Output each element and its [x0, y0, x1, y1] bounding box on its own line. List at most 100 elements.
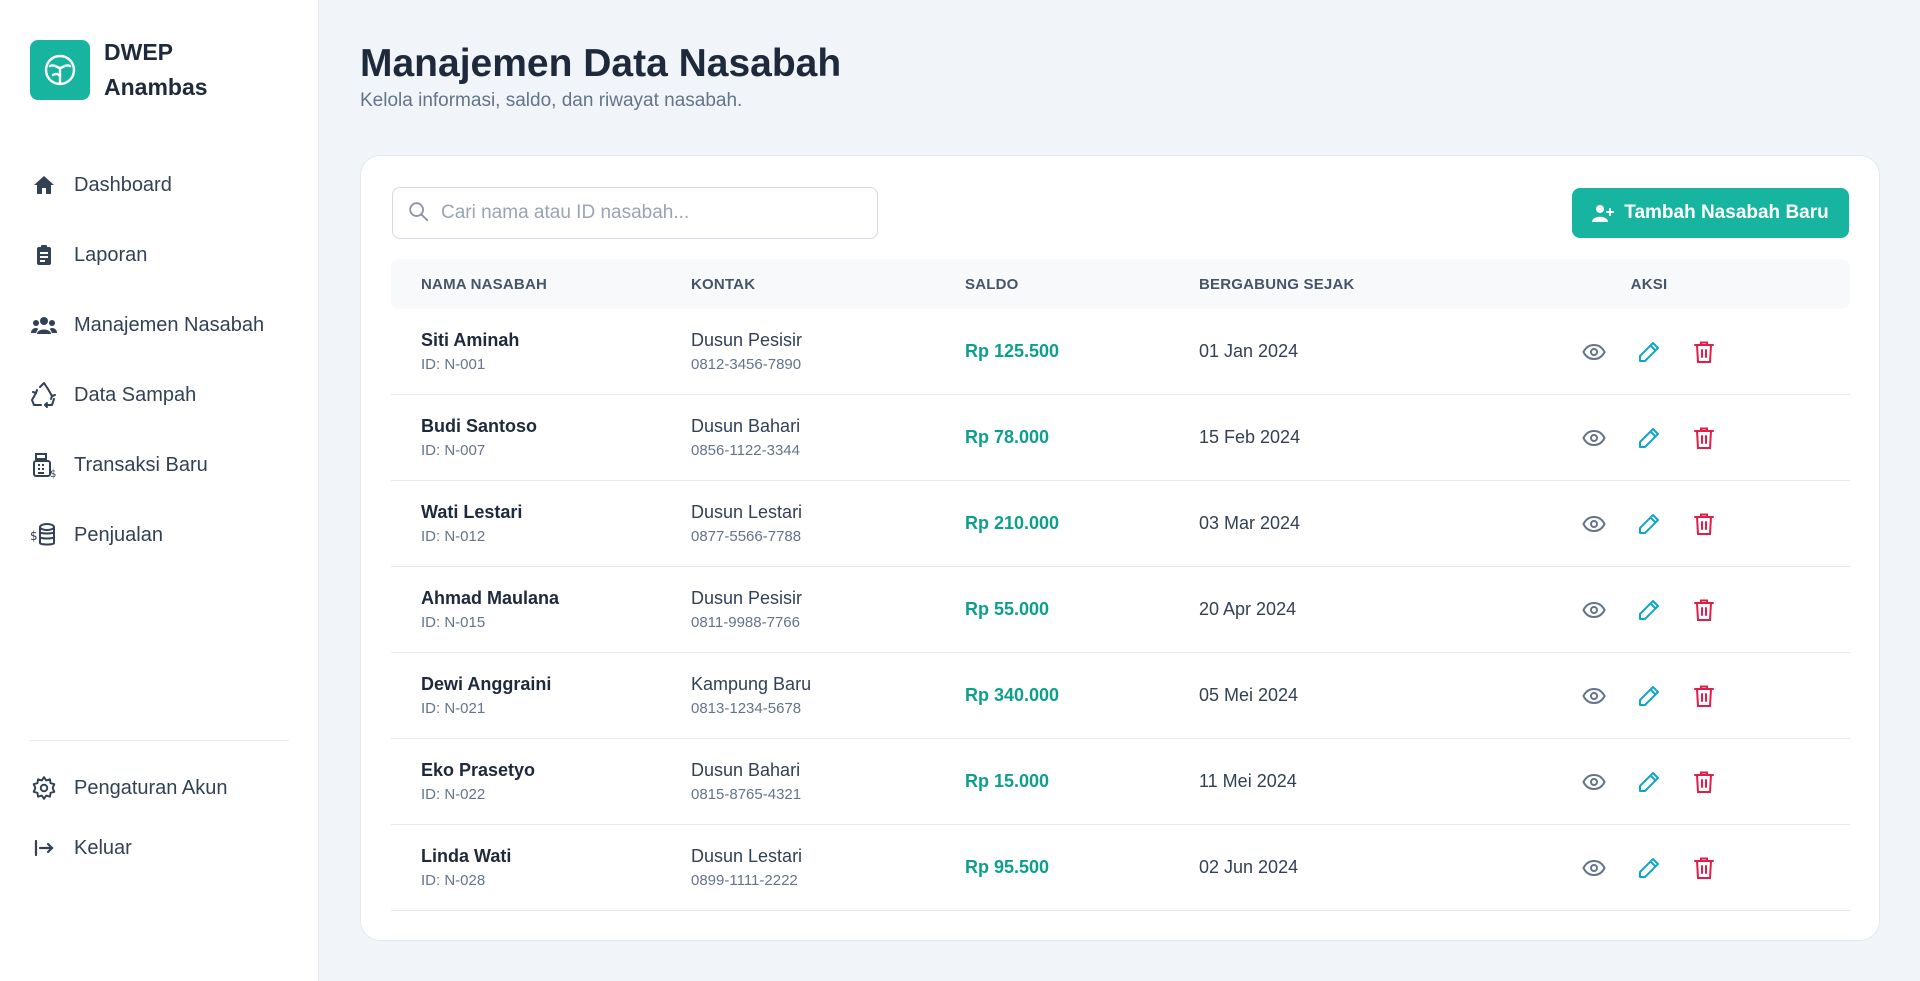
customer-joined-date: 02 Jun 2024	[1199, 857, 1299, 877]
sidebar-item-laporan[interactable]: Laporan	[30, 220, 290, 290]
delete-button[interactable]	[1692, 339, 1717, 364]
delete-button[interactable]	[1692, 769, 1717, 794]
sidebar-item-penjualan[interactable]: $ Penjualan	[30, 500, 290, 570]
sidebar-bottom-nav: Pengaturan Akun Keluar	[30, 758, 290, 878]
delete-button[interactable]	[1692, 597, 1717, 622]
trash-icon	[1694, 513, 1714, 535]
customer-id: ID: N-021	[421, 700, 486, 717]
delete-button[interactable]	[1692, 511, 1717, 536]
eye-icon	[1582, 515, 1606, 532]
table-row[interactable]: Ahmad Maulana ID: N-015 Dusun Pesisir 08…	[391, 567, 1850, 653]
eye-icon	[1582, 429, 1606, 446]
delete-button[interactable]	[1692, 855, 1717, 880]
page-title: Manajemen Data Nasabah	[360, 42, 842, 85]
customer-address: Kampung Baru	[691, 674, 812, 694]
customer-address: Dusun Pesisir	[691, 588, 803, 608]
customer-id: ID: N-015	[421, 614, 486, 631]
cell-name: Linda Wati ID: N-028	[391, 846, 691, 889]
cell-contact: Dusun Pesisir 0812-3456-7890	[691, 330, 965, 373]
edit-button[interactable]	[1637, 855, 1662, 880]
cell-name: Dewi Anggraini ID: N-021	[391, 674, 691, 717]
customer-address: Dusun Bahari	[691, 760, 801, 780]
customer-saldo: Rp 210.000	[965, 513, 1060, 533]
cell-joined: 11 Mei 2024	[1199, 771, 1549, 792]
view-button[interactable]	[1582, 597, 1607, 622]
pencil-icon	[1639, 599, 1659, 620]
table-row[interactable]: Linda Wati ID: N-028 Dusun Lestari 0899-…	[391, 825, 1850, 911]
cell-actions	[1549, 511, 1749, 536]
row-actions	[1582, 511, 1717, 536]
cell-actions	[1549, 339, 1749, 364]
sidebar-item-data-sampah[interactable]: Data Sampah	[30, 360, 290, 430]
sidebar-item-manajemen-nasabah[interactable]: Manajemen Nasabah	[30, 290, 290, 360]
clipboard-icon	[30, 241, 58, 269]
customer-phone: 0811-9988-7766	[691, 614, 800, 631]
table-row[interactable]: Wati Lestari ID: N-012 Dusun Lestari 087…	[391, 481, 1850, 567]
search-input[interactable]	[441, 202, 861, 224]
customer-name: Wati Lestari	[421, 502, 523, 522]
recycle-icon	[30, 381, 58, 409]
svg-text:$: $	[30, 529, 38, 543]
customers-table: Nama Nasabah Kontak Saldo Bergabung Seja…	[391, 259, 1850, 911]
customer-phone: 0877-5566-7788	[691, 528, 802, 545]
trash-icon	[1694, 427, 1714, 449]
pencil-icon	[1639, 857, 1659, 878]
sidebar-item-pengaturan-akun[interactable]: Pengaturan Akun	[30, 758, 290, 818]
sidebar-nav: Dashboard Laporan Manajemen Nasabah Data…	[30, 150, 290, 570]
view-button[interactable]	[1582, 683, 1607, 708]
cell-contact: Dusun Bahari 0856-1122-3344	[691, 416, 965, 459]
search-icon	[407, 200, 429, 227]
table-row[interactable]: Dewi Anggraini ID: N-021 Kampung Baru 08…	[391, 653, 1850, 739]
column-header-joined[interactable]: Bergabung Sejak	[1199, 276, 1549, 293]
edit-button[interactable]	[1637, 511, 1662, 536]
trash-icon	[1694, 771, 1714, 793]
edit-button[interactable]	[1637, 339, 1662, 364]
edit-button[interactable]	[1637, 597, 1662, 622]
user-plus-icon	[1592, 203, 1615, 223]
add-customer-button[interactable]: Tambah Nasabah Baru	[1572, 188, 1849, 238]
sidebar-item-label: Transaksi Baru	[74, 453, 208, 476]
column-header-contact[interactable]: Kontak	[691, 276, 965, 293]
edit-button[interactable]	[1637, 425, 1662, 450]
view-button[interactable]	[1582, 425, 1607, 450]
trash-icon	[1694, 599, 1714, 621]
column-header-saldo[interactable]: Saldo	[965, 276, 1199, 293]
cell-saldo: Rp 15.000	[965, 771, 1199, 792]
home-icon	[30, 171, 58, 199]
cell-actions	[1549, 425, 1749, 450]
customer-id: ID: N-012	[421, 528, 486, 545]
row-actions	[1582, 425, 1717, 450]
delete-button[interactable]	[1692, 425, 1717, 450]
cell-joined: 05 Mei 2024	[1199, 685, 1549, 706]
view-button[interactable]	[1582, 855, 1607, 880]
cell-name: Budi Santoso ID: N-007	[391, 416, 691, 459]
customer-id: ID: N-022	[421, 786, 486, 803]
table-row[interactable]: Siti Aminah ID: N-001 Dusun Pesisir 0812…	[391, 309, 1850, 395]
customer-joined-date: 15 Feb 2024	[1199, 427, 1301, 447]
view-button[interactable]	[1582, 511, 1607, 536]
customer-address: Dusun Pesisir	[691, 330, 803, 350]
sidebar-item-dashboard[interactable]: Dashboard	[30, 150, 290, 220]
customer-joined-date: 11 Mei 2024	[1199, 771, 1297, 791]
view-button[interactable]	[1582, 339, 1607, 364]
cell-joined: 01 Jan 2024	[1199, 341, 1549, 362]
cell-name: Eko Prasetyo ID: N-022	[391, 760, 691, 803]
delete-button[interactable]	[1692, 683, 1717, 708]
cell-saldo: Rp 340.000	[965, 685, 1199, 706]
table-row[interactable]: Eko Prasetyo ID: N-022 Dusun Bahari 0815…	[391, 739, 1850, 825]
brand[interactable]: DWEP Anambas	[30, 35, 244, 105]
table-row[interactable]: Budi Santoso ID: N-007 Dusun Bahari 0856…	[391, 395, 1850, 481]
pencil-icon	[1639, 427, 1659, 448]
column-header-name[interactable]: Nama Nasabah	[391, 276, 691, 293]
edit-button[interactable]	[1637, 683, 1662, 708]
cell-saldo: Rp 78.000	[965, 427, 1199, 448]
sidebar-item-transaksi-baru[interactable]: $ Transaksi Baru	[30, 430, 290, 500]
cash-register-icon: $	[30, 451, 58, 479]
customer-name: Siti Aminah	[421, 330, 520, 350]
cell-joined: 15 Feb 2024	[1199, 427, 1549, 448]
logout-icon	[30, 834, 58, 862]
search-box[interactable]	[392, 187, 878, 239]
sidebar-item-keluar[interactable]: Keluar	[30, 818, 290, 878]
view-button[interactable]	[1582, 769, 1607, 794]
edit-button[interactable]	[1637, 769, 1662, 794]
